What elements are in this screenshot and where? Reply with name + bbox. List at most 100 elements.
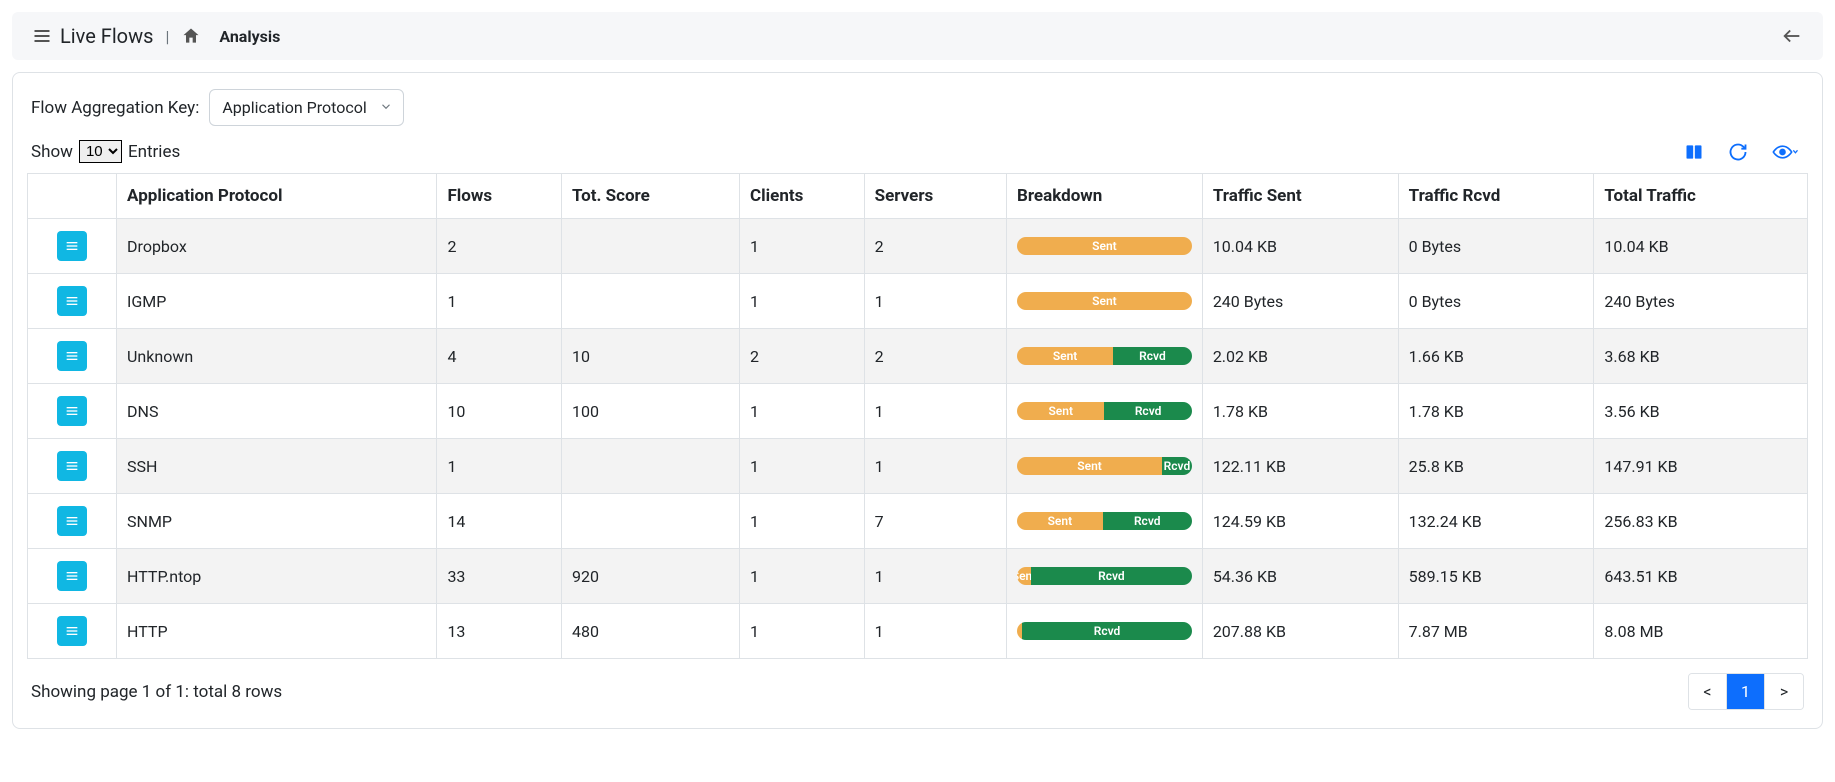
cell-score: 480 <box>562 604 740 659</box>
page-title-live-flows[interactable]: Live Flows <box>60 24 153 48</box>
chevron-down-icon <box>379 98 393 117</box>
cell-total: 147.91 KB <box>1594 439 1808 494</box>
cell-sent: 124.59 KB <box>1202 494 1398 549</box>
table-row: HTTP.ntop3392011SentRcvd54.36 KB589.15 K… <box>28 549 1808 604</box>
cell-servers: 1 <box>864 439 1006 494</box>
breakdown-sent: Sent <box>1017 457 1162 475</box>
col-sent[interactable]: Traffic Sent <box>1202 174 1398 219</box>
col-servers[interactable]: Servers <box>864 174 1006 219</box>
cell-servers: 1 <box>864 384 1006 439</box>
page-title-analysis: Analysis <box>219 27 280 46</box>
col-total[interactable]: Total Traffic <box>1594 174 1808 219</box>
columns-icon[interactable] <box>1684 142 1704 162</box>
cell-sent: 2.02 KB <box>1202 329 1398 384</box>
cell-protocol: DNS <box>117 384 437 439</box>
cell-sent: 1.78 KB <box>1202 384 1398 439</box>
breakdown-sent: Sent <box>1017 567 1031 585</box>
page-next-button[interactable]: > <box>1765 674 1803 709</box>
cell-clients: 1 <box>740 549 865 604</box>
cell-clients: 1 <box>740 384 865 439</box>
page-1-button[interactable]: 1 <box>1727 674 1765 709</box>
table-row: Dropbox212Sent10.04 KB0 Bytes10.04 KB <box>28 219 1808 274</box>
breakdown-bar: SentRcvd <box>1017 512 1192 530</box>
cell-score: 10 <box>562 329 740 384</box>
cell-total: 256.83 KB <box>1594 494 1808 549</box>
agg-key-select[interactable]: Application Protocol <box>209 89 403 126</box>
cell-total: 643.51 KB <box>1594 549 1808 604</box>
eye-dropdown-icon[interactable] <box>1772 142 1798 162</box>
table-row: HTTP1348011Rcvd207.88 KB7.87 MB8.08 MB <box>28 604 1808 659</box>
breakdown-bar: Sent <box>1017 292 1192 310</box>
cell-breakdown: Rcvd <box>1007 604 1203 659</box>
cell-rcvd: 589.15 KB <box>1398 549 1594 604</box>
cell-clients: 1 <box>740 494 865 549</box>
cell-rcvd: 1.78 KB <box>1398 384 1594 439</box>
breakdown-bar: SentRcvd <box>1017 567 1192 585</box>
row-detail-button[interactable] <box>57 231 87 261</box>
table-row: DNS1010011SentRcvd1.78 KB1.78 KB3.56 KB <box>28 384 1808 439</box>
col-protocol[interactable]: Application Protocol <box>117 174 437 219</box>
col-flows[interactable]: Flows <box>437 174 562 219</box>
table-summary: Showing page 1 of 1: total 8 rows <box>31 682 282 702</box>
cell-breakdown: SentRcvd <box>1007 384 1203 439</box>
page-size-select[interactable]: 10 <box>79 140 122 163</box>
row-detail-button[interactable] <box>57 341 87 371</box>
cell-flows: 10 <box>437 384 562 439</box>
breakdown-sent: Sent <box>1017 512 1103 530</box>
cell-flows: 1 <box>437 274 562 329</box>
cell-servers: 2 <box>864 329 1006 384</box>
home-icon[interactable] <box>181 26 201 46</box>
topbar: Live Flows | Analysis <box>12 12 1823 60</box>
cell-breakdown: SentRcvd <box>1007 494 1203 549</box>
breakdown-bar: SentRcvd <box>1017 402 1192 420</box>
row-detail-button[interactable] <box>57 286 87 316</box>
refresh-icon[interactable] <box>1728 142 1748 162</box>
cell-breakdown: SentRcvd <box>1007 329 1203 384</box>
cell-clients: 2 <box>740 329 865 384</box>
page-prev-button[interactable]: < <box>1689 674 1727 709</box>
cell-total: 3.56 KB <box>1594 384 1808 439</box>
breakdown-rcvd: Rcvd <box>1104 402 1191 420</box>
table-header-row: Application Protocol Flows Tot. Score Cl… <box>28 174 1808 219</box>
cell-sent: 122.11 KB <box>1202 439 1398 494</box>
cell-score <box>562 274 740 329</box>
cell-score: 100 <box>562 384 740 439</box>
col-rcvd[interactable]: Traffic Rcvd <box>1398 174 1594 219</box>
col-clients[interactable]: Clients <box>740 174 865 219</box>
flows-table: Application Protocol Flows Tot. Score Cl… <box>27 173 1808 659</box>
breakdown-bar: SentRcvd <box>1017 347 1192 365</box>
menu-icon[interactable] <box>32 26 52 46</box>
cell-flows: 14 <box>437 494 562 549</box>
cell-rcvd: 0 Bytes <box>1398 274 1594 329</box>
entries-label: Entries <box>128 142 180 162</box>
cell-rcvd: 25.8 KB <box>1398 439 1594 494</box>
col-score[interactable]: Tot. Score <box>562 174 740 219</box>
cell-total: 3.68 KB <box>1594 329 1808 384</box>
cell-flows: 33 <box>437 549 562 604</box>
cell-rcvd: 7.87 MB <box>1398 604 1594 659</box>
cell-protocol: HTTP.ntop <box>117 549 437 604</box>
row-detail-button[interactable] <box>57 616 87 646</box>
cell-score <box>562 439 740 494</box>
cell-score <box>562 219 740 274</box>
row-detail-button[interactable] <box>57 396 87 426</box>
row-detail-button[interactable] <box>57 561 87 591</box>
cell-breakdown: SentRcvd <box>1007 439 1203 494</box>
cell-score <box>562 494 740 549</box>
cell-clients: 1 <box>740 219 865 274</box>
table-row: Unknown41022SentRcvd2.02 KB1.66 KB3.68 K… <box>28 329 1808 384</box>
cell-protocol: HTTP <box>117 604 437 659</box>
cell-breakdown: SentRcvd <box>1007 549 1203 604</box>
agg-key-value: Application Protocol <box>222 98 366 117</box>
cell-servers: 7 <box>864 494 1006 549</box>
main-panel: Flow Aggregation Key: Application Protoc… <box>12 72 1823 729</box>
breakdown-rcvd: Rcvd <box>1162 457 1192 475</box>
cell-clients: 1 <box>740 274 865 329</box>
back-icon[interactable] <box>1781 25 1803 47</box>
pagination: < 1 > <box>1688 673 1804 710</box>
cell-flows: 4 <box>437 329 562 384</box>
cell-protocol: Dropbox <box>117 219 437 274</box>
col-breakdown[interactable]: Breakdown <box>1007 174 1203 219</box>
row-detail-button[interactable] <box>57 506 87 536</box>
row-detail-button[interactable] <box>57 451 87 481</box>
